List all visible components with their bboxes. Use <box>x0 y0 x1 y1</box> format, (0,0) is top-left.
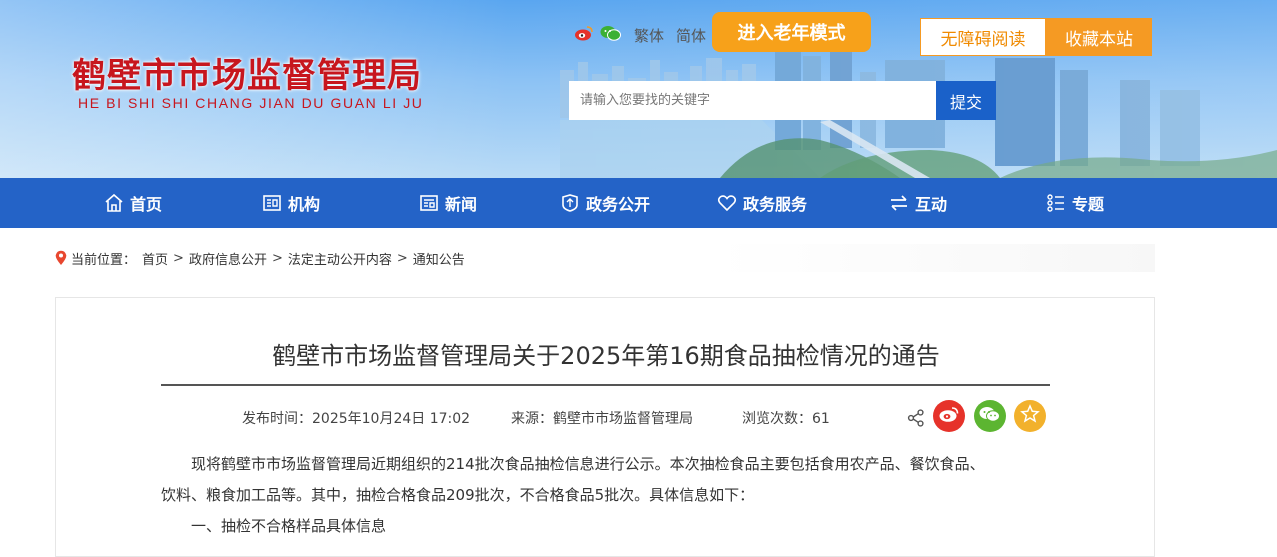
news-icon <box>419 193 439 213</box>
share-weibo-button[interactable] <box>933 400 965 432</box>
share-icon[interactable] <box>907 409 925 431</box>
main-nav: 首页 机构 新闻 政务公开 政务服务 互动 专题 <box>0 178 1277 228</box>
article-panel: 鹤壁市市场监督管理局关于2025年第16期食品抽检情况的通告 发布时间：2025… <box>55 297 1155 557</box>
share-wechat-button[interactable] <box>974 400 1006 432</box>
wechat-icon <box>979 405 1001 427</box>
nav-label: 互动 <box>915 195 948 214</box>
star-icon <box>1020 404 1040 428</box>
traditional-chinese-link[interactable]: 繁体 <box>634 25 664 46</box>
breadcrumb: 当前位置： 首页 > 政府信息公开 > 法定主动公开内容 > 通知公告 <box>55 244 1155 272</box>
nav-item-organization[interactable]: 机构 <box>262 178 320 228</box>
publish-time: 发布时间：2025年10月24日 17:02 <box>242 411 471 427</box>
exchange-icon <box>889 193 909 213</box>
nav-item-interaction[interactable]: 互动 <box>889 178 947 228</box>
breadcrumb-separator: > <box>396 250 408 266</box>
nav-label: 机构 <box>288 195 321 214</box>
favorite-star-button[interactable] <box>1014 400 1046 432</box>
search-submit-button[interactable]: 提交 <box>936 81 996 120</box>
breadcrumb-separator: > <box>173 250 184 266</box>
nav-label: 首页 <box>130 195 163 214</box>
view-count: 浏览次数：61 <box>742 411 830 427</box>
breadcrumb-prefix: 当前位置： <box>71 252 137 268</box>
site-logo-pinyin: HE BI SHI SHI CHANG JIAN DU GUAN LI JU <box>78 95 424 111</box>
article-paragraph-line: 饮料、粮食加工品等。其中，抽检合格食品209批次，不合格食品5批次。具体信息如下… <box>161 486 755 504</box>
header-banner: 鹤壁市市场监督管理局 HE BI SHI SHI CHANG JIAN DU G… <box>0 0 1277 178</box>
nav-label: 新闻 <box>445 195 478 214</box>
weibo-icon <box>938 405 960 427</box>
search-input[interactable] <box>569 81 936 120</box>
open-gov-icon <box>560 193 580 213</box>
heart-icon <box>717 193 737 213</box>
nav-label: 专题 <box>1072 195 1105 214</box>
nav-label: 政务公开 <box>586 195 651 214</box>
language-links: 繁体 简体 <box>574 24 706 46</box>
weibo-icon[interactable] <box>574 24 594 46</box>
elder-mode-button[interactable]: 进入老年模式 <box>712 12 871 52</box>
breadcrumb-item-notices[interactable]: 通知公告 <box>413 249 465 268</box>
site-logo-title[interactable]: 鹤壁市市场监督管理局 <box>72 48 422 97</box>
nav-label: 政务服务 <box>743 195 808 214</box>
breadcrumb-separator: > <box>271 250 283 266</box>
title-divider <box>161 384 1050 386</box>
section-heading: 一、抽检不合格样品具体信息 <box>191 517 387 535</box>
nav-item-home[interactable]: 首页 <box>104 178 162 228</box>
nav-item-news[interactable]: 新闻 <box>419 178 477 228</box>
org-icon <box>262 193 282 213</box>
nav-item-topics[interactable]: 专题 <box>1046 178 1104 228</box>
breadcrumb-item-home[interactable]: 首页 <box>142 249 168 268</box>
nav-item-gov-services[interactable]: 政务服务 <box>717 178 807 228</box>
article-source: 来源：鹤壁市市场监督管理局 <box>511 411 693 427</box>
nav-item-open-gov[interactable]: 政务公开 <box>560 178 650 228</box>
wechat-icon[interactable] <box>600 24 622 46</box>
location-pin-icon <box>55 250 67 266</box>
article-paragraph-line: 现将鹤壁市市场监督管理局近期组织的214批次食品抽检信息进行公示。本次抽检食品主… <box>191 455 985 473</box>
accessibility-button[interactable]: 无障碍阅读 <box>920 18 1046 56</box>
breadcrumb-item-statutory[interactable]: 法定主动公开内容 <box>288 249 392 268</box>
topic-icon <box>1046 193 1066 213</box>
bookmark-site-button[interactable]: 收藏本站 <box>1046 18 1152 56</box>
breadcrumb-item-gov-info[interactable]: 政府信息公开 <box>189 249 267 268</box>
article-title: 鹤壁市市场监督管理局关于2025年第16期食品抽检情况的通告 <box>272 342 940 370</box>
home-icon <box>104 193 124 213</box>
simplified-chinese-link[interactable]: 简体 <box>676 25 706 46</box>
